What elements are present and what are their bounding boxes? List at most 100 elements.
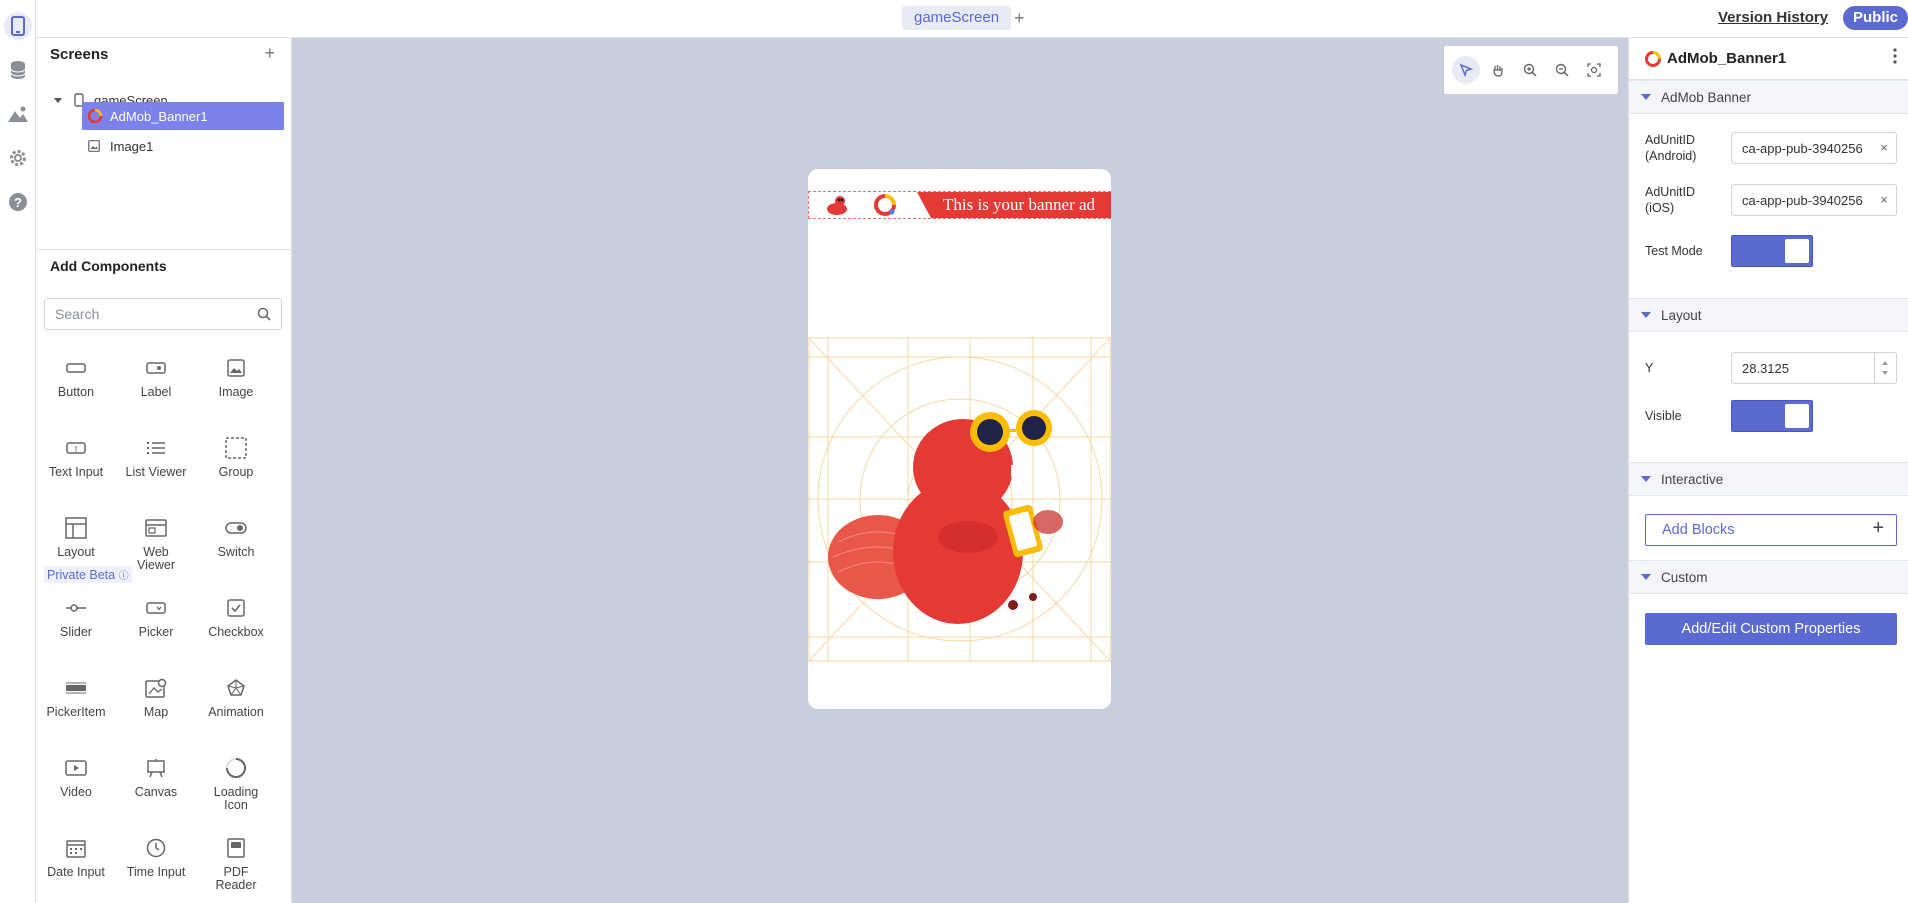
section-title: Custom bbox=[1661, 570, 1708, 585]
component-button[interactable]: Button bbox=[36, 354, 116, 399]
component-list-viewer[interactable]: List Viewer bbox=[116, 434, 196, 479]
switch-icon bbox=[196, 514, 276, 542]
media-icon[interactable] bbox=[4, 100, 32, 128]
private-beta-label: Private Beta bbox=[47, 568, 116, 582]
tree-item-image1[interactable]: Image1 bbox=[88, 132, 278, 160]
database-icon[interactable] bbox=[4, 56, 32, 84]
component-layout[interactable]: Layout bbox=[36, 514, 116, 559]
section-interactive[interactable]: Interactive bbox=[1629, 462, 1908, 496]
info-icon[interactable]: ⓘ bbox=[119, 571, 129, 582]
text-input-icon: I bbox=[36, 434, 116, 462]
clear-icon[interactable]: × bbox=[1880, 192, 1888, 207]
component-label: Layout bbox=[57, 545, 95, 559]
add-blocks-button[interactable]: Add Blocks + bbox=[1645, 514, 1897, 546]
web-viewer-icon bbox=[116, 514, 196, 542]
help-icon[interactable]: ? bbox=[4, 188, 32, 216]
hand-tool-icon[interactable] bbox=[1484, 56, 1512, 84]
component-label: Slider bbox=[60, 625, 92, 639]
component-image[interactable]: Image bbox=[196, 354, 276, 399]
admob-banner-preview[interactable]: This is your banner ad bbox=[808, 191, 1111, 219]
public-button[interactable]: Public bbox=[1843, 6, 1908, 30]
component-web-viewer[interactable]: Web Viewer bbox=[116, 514, 196, 572]
adunit-ios-field[interactable]: × bbox=[1731, 184, 1897, 216]
arrow-up-icon[interactable] bbox=[1882, 361, 1888, 365]
component-label: Button bbox=[57, 385, 95, 399]
component-picker[interactable]: Picker bbox=[116, 594, 196, 639]
adunit-ios-input[interactable] bbox=[1732, 185, 1872, 215]
design-canvas[interactable]: This is your banner ad bbox=[292, 38, 1628, 903]
gear-icon[interactable] bbox=[4, 144, 32, 172]
clear-icon[interactable]: × bbox=[1880, 140, 1888, 155]
y-input[interactable] bbox=[1732, 353, 1862, 383]
section-layout[interactable]: Layout bbox=[1629, 298, 1908, 332]
picker-item-icon bbox=[36, 674, 116, 702]
component-switch[interactable]: Switch bbox=[196, 514, 276, 559]
tab-gamescreen[interactable]: gameScreen bbox=[902, 6, 1012, 30]
component-pdf-reader[interactable]: PDF Reader bbox=[196, 834, 276, 892]
component-label: Canvas bbox=[134, 785, 178, 799]
tree-item-label: Image1 bbox=[110, 138, 154, 154]
screens-panel: Screens + gameScreen AdMob_Banner1 Image… bbox=[36, 38, 292, 250]
svg-text:?: ? bbox=[14, 195, 22, 210]
component-text-input[interactable]: I Text Input bbox=[36, 434, 116, 479]
image1-preview[interactable] bbox=[808, 336, 1111, 663]
caret-down-icon bbox=[1641, 94, 1651, 100]
tree-item-admob-banner-content[interactable]: AdMob_Banner1 bbox=[82, 102, 284, 130]
stepper-arrows[interactable] bbox=[1874, 353, 1896, 383]
component-label: Checkbox bbox=[208, 625, 264, 639]
zoom-in-icon[interactable] bbox=[1516, 56, 1544, 84]
section-title: Layout bbox=[1661, 308, 1702, 323]
component-canvas[interactable]: Canvas bbox=[116, 754, 196, 799]
section-title: AdMob Banner bbox=[1661, 90, 1752, 105]
component-label: Animation bbox=[208, 705, 264, 719]
section-custom[interactable]: Custom bbox=[1629, 560, 1908, 594]
component-label: PickerItem bbox=[46, 705, 106, 719]
add-screen-button[interactable]: + bbox=[264, 43, 275, 64]
component-slider[interactable]: Slider bbox=[36, 594, 116, 639]
adunit-android-field[interactable]: × bbox=[1731, 132, 1897, 164]
component-animation[interactable]: Animation bbox=[196, 674, 276, 719]
slider-icon bbox=[36, 594, 116, 622]
component-label: PDF Reader bbox=[215, 865, 257, 892]
phone-preview[interactable]: This is your banner ad bbox=[808, 169, 1111, 709]
search-input[interactable] bbox=[45, 299, 245, 329]
fit-screen-icon[interactable] bbox=[1580, 56, 1608, 84]
caret-down-icon[interactable] bbox=[54, 97, 62, 103]
visible-toggle[interactable] bbox=[1731, 400, 1813, 432]
video-icon bbox=[36, 754, 116, 782]
component-name: AdMob_Banner1 bbox=[1667, 50, 1787, 67]
component-loading-icon[interactable]: Loading Icon bbox=[196, 754, 276, 812]
y-stepper[interactable] bbox=[1731, 352, 1897, 384]
zoom-out-icon[interactable] bbox=[1548, 56, 1576, 84]
section-admob-banner[interactable]: AdMob Banner bbox=[1629, 80, 1908, 114]
beaver-mascot-icon bbox=[825, 194, 851, 219]
component-label-widget[interactable]: Label bbox=[116, 354, 196, 399]
more-options-icon[interactable] bbox=[1893, 48, 1901, 68]
select-tool-icon[interactable] bbox=[1452, 56, 1480, 84]
picker-icon bbox=[116, 594, 196, 622]
component-video[interactable]: Video bbox=[36, 754, 116, 799]
test-mode-toggle[interactable] bbox=[1731, 235, 1813, 267]
component-group[interactable]: Group bbox=[196, 434, 276, 479]
y-label: Y bbox=[1645, 361, 1654, 375]
adunit-ios-label: AdUnitID (iOS) bbox=[1645, 185, 1696, 215]
arrow-down-icon[interactable] bbox=[1882, 371, 1888, 375]
adunit-android-label: AdUnitID (Android) bbox=[1645, 133, 1697, 163]
add-components-panel: Add Components Button Label Image I Text… bbox=[36, 250, 292, 903]
component-search[interactable] bbox=[44, 298, 282, 330]
properties-header: AdMob_Banner1 bbox=[1629, 38, 1908, 80]
component-checkbox[interactable]: Checkbox bbox=[196, 594, 276, 639]
edit-custom-properties-button[interactable]: Add/Edit Custom Properties bbox=[1645, 613, 1897, 645]
phone-icon[interactable] bbox=[4, 12, 32, 40]
test-mode-label: Test Mode bbox=[1645, 244, 1703, 258]
adunit-android-input[interactable] bbox=[1732, 133, 1872, 163]
add-screen-tab-button[interactable]: + bbox=[1014, 6, 1025, 30]
component-picker-item[interactable]: PickerItem bbox=[36, 674, 116, 719]
component-date-input[interactable]: Date Input bbox=[36, 834, 116, 879]
component-label: Time Input bbox=[126, 865, 186, 879]
component-map[interactable]: Map bbox=[116, 674, 196, 719]
visible-label: Visible bbox=[1645, 409, 1682, 423]
component-label: Image bbox=[218, 385, 254, 399]
component-time-input[interactable]: Time Input bbox=[116, 834, 196, 879]
version-history-link[interactable]: Version History bbox=[1718, 8, 1828, 28]
